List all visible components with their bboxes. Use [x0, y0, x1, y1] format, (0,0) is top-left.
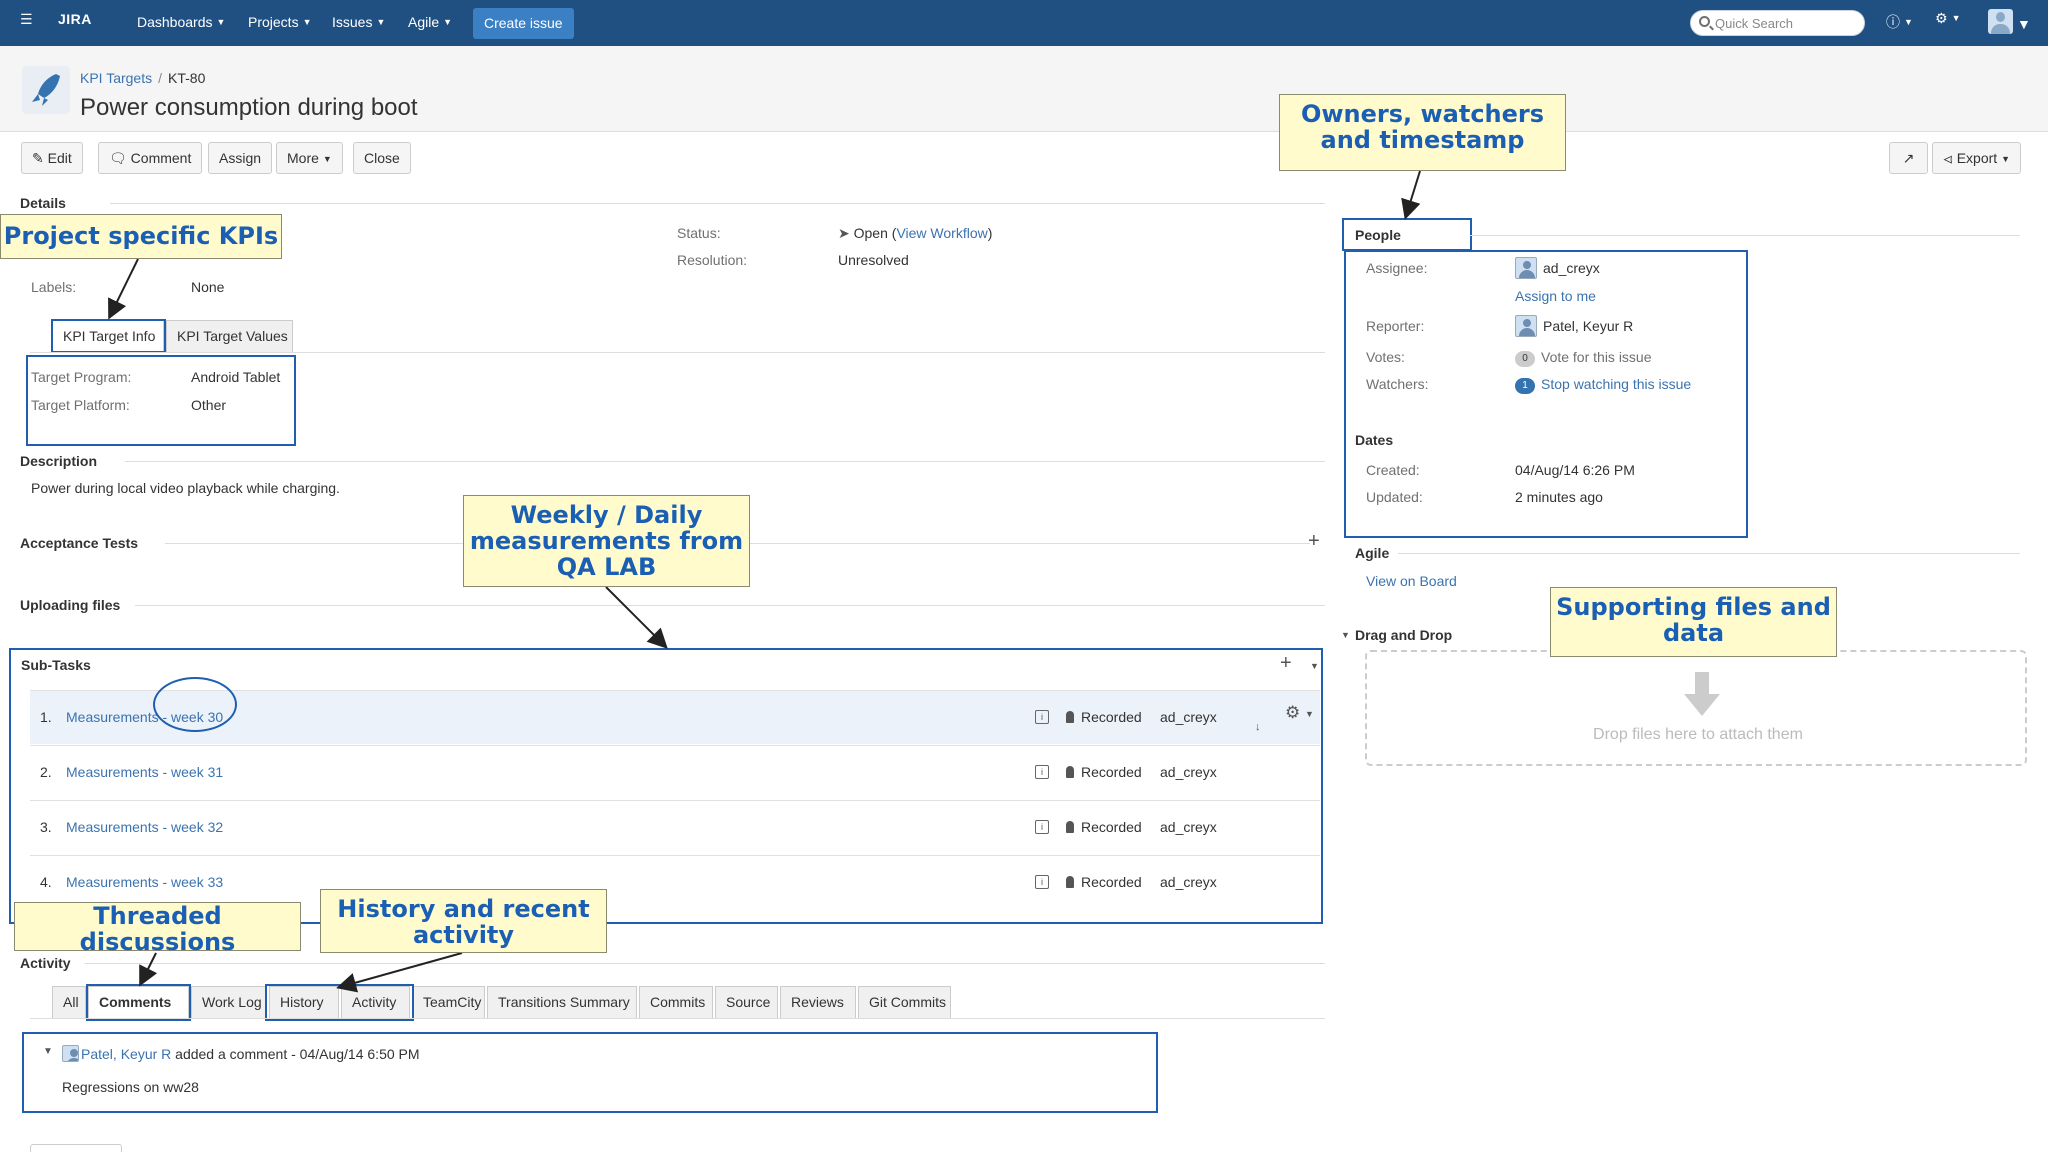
callout-arrow	[336, 952, 463, 993]
callout-weekly-measurements: Weekly / Daily measurements from QA LAB	[463, 495, 750, 587]
callout-arrows	[108, 170, 1421, 993]
callout-arrow	[605, 586, 668, 649]
callout-arrow	[108, 258, 139, 320]
callout-supporting-files: Supporting files and data	[1550, 587, 1837, 657]
callout-history-activity: History and recent activity	[320, 889, 607, 953]
callout-owners-watchers: Owners, watchers and timestamp	[1279, 94, 1566, 171]
callout-arrow	[1401, 170, 1421, 220]
callout-threaded-discussions: Threaded discussions	[14, 902, 301, 955]
callout-arrow	[139, 952, 158, 987]
callout-project-kpis: Project specific KPIs	[0, 214, 282, 259]
